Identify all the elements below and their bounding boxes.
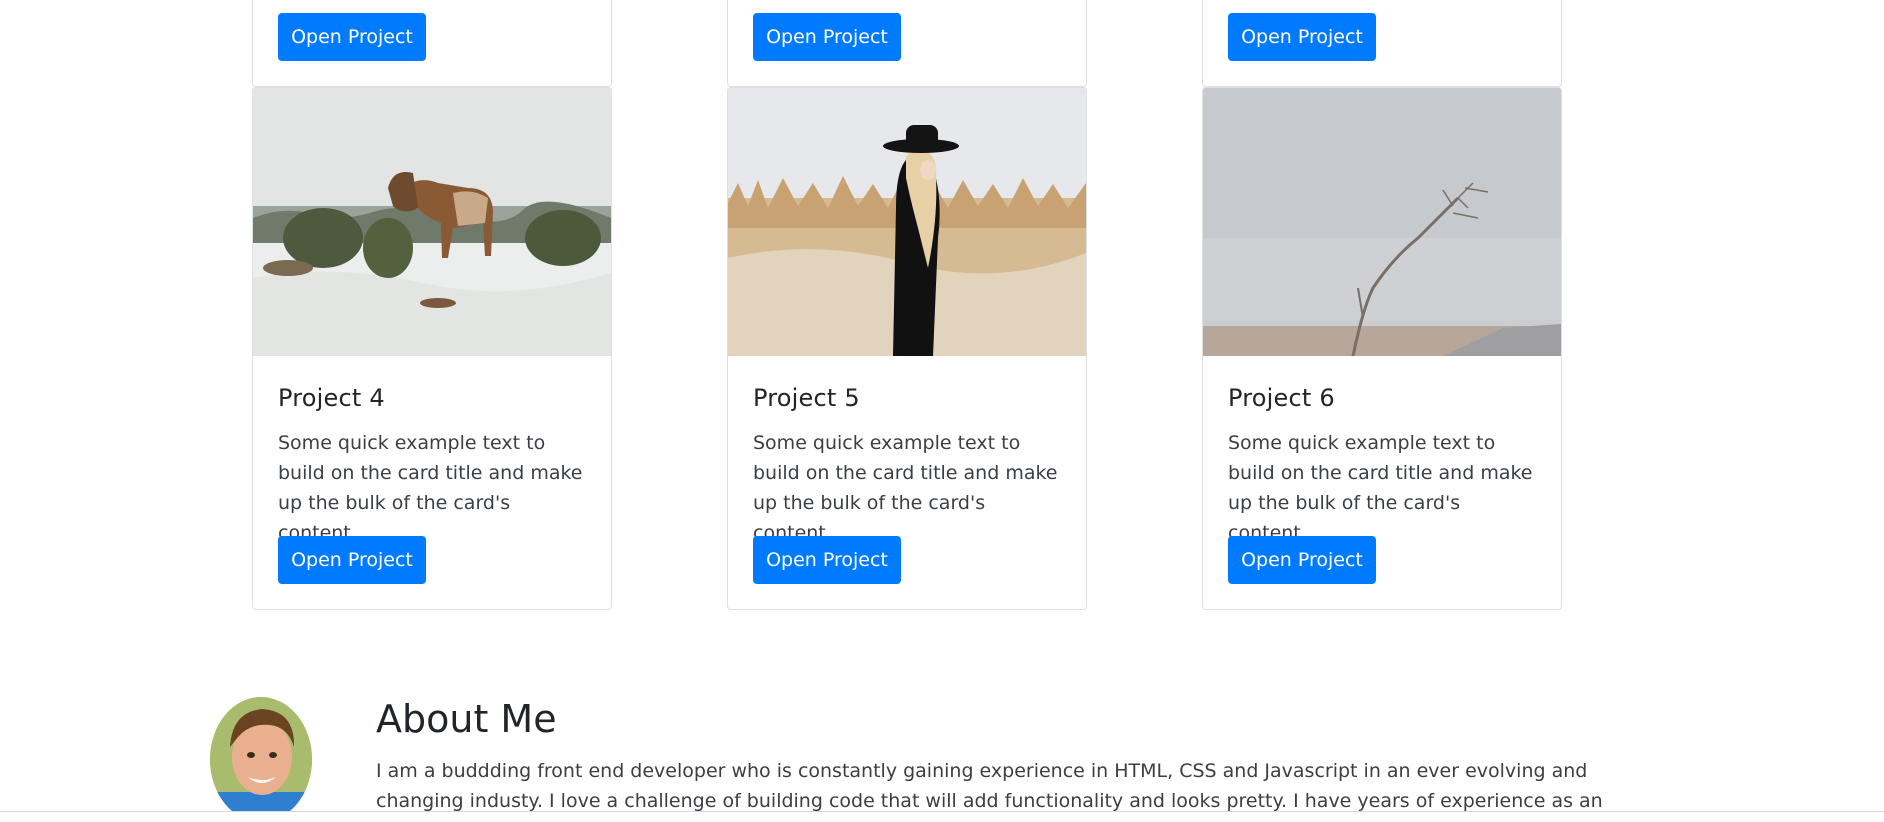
project-4-image (253, 88, 611, 356)
open-project-button[interactable]: Open Project (753, 13, 901, 61)
open-project-button[interactable]: Open Project (753, 536, 901, 584)
open-project-button[interactable]: Open Project (1228, 536, 1376, 584)
card-text: Some quick example text to build on the … (1228, 432, 1533, 544)
avatar (210, 697, 312, 822)
open-project-button[interactable]: Open Project (278, 13, 426, 61)
card-title: Project 6 (1228, 384, 1335, 412)
project-card-5: Project 5 Some quick example text to bui… (727, 87, 1087, 610)
open-project-button[interactable]: Open Project (1228, 13, 1376, 61)
open-project-button[interactable]: Open Project (278, 536, 426, 584)
card-title: Project 4 (278, 384, 385, 412)
project-card-top-2: Open Project (727, 0, 1087, 87)
page-fold (0, 812, 1884, 822)
project-6-image (1203, 88, 1561, 356)
card-title: Project 5 (753, 384, 860, 412)
project-card-top-1: Open Project (252, 0, 612, 87)
project-card-6: Project 6 Some quick example text to bui… (1202, 87, 1562, 610)
project-5-image (728, 88, 1086, 356)
card-text: Some quick example text to build on the … (753, 432, 1058, 544)
about-title: About Me (376, 697, 557, 741)
project-card-4: Project 4 Some quick example text to bui… (252, 87, 612, 610)
project-card-top-3: Open Project (1202, 0, 1562, 87)
card-text: Some quick example text to build on the … (278, 432, 583, 544)
divider (0, 811, 1884, 812)
